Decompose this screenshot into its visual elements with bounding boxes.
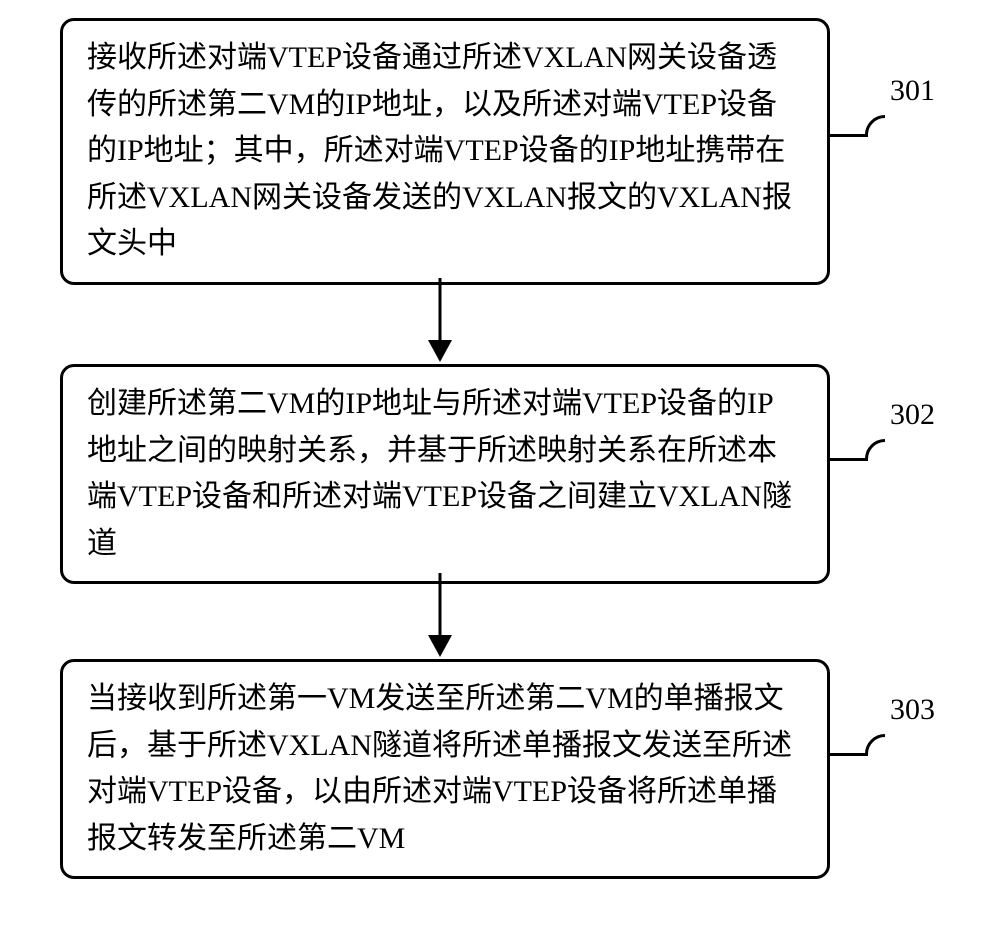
ref-label-301: 301 (890, 74, 935, 108)
arrow-2-3-head (428, 635, 452, 657)
arrow-2-3-line (439, 573, 442, 635)
step-box-302: 创建所述第二VM的IP地址与所述对端VTEP设备的IP地址之间的映射关系，并基于… (60, 364, 830, 584)
ref-connector-arc-301 (865, 115, 905, 155)
step-text-301: 接收所述对端VTEP设备通过所述VXLAN网关设备透传的所述第二VM的IP地址，… (87, 41, 792, 260)
flowchart-canvas: 接收所述对端VTEP设备通过所述VXLAN网关设备透传的所述第二VM的IP地址，… (0, 0, 1000, 930)
ref-label-303: 303 (890, 693, 935, 727)
ref-label-302: 302 (890, 398, 935, 432)
ref-connector-arc-303 (865, 734, 905, 774)
arrow-1-2-head (428, 340, 452, 362)
ref-connector-301 (830, 134, 868, 137)
step-text-303: 当接收到所述第一VM发送至所述第二VM的单播报文后，基于所述VXLAN隧道将所述… (87, 682, 792, 855)
arrow-1-2-line (439, 278, 442, 340)
step-text-302: 创建所述第二VM的IP地址与所述对端VTEP设备的IP地址之间的映射关系，并基于… (87, 387, 792, 560)
ref-connector-303 (830, 753, 868, 756)
ref-connector-arc-302 (865, 439, 905, 479)
step-box-303: 当接收到所述第一VM发送至所述第二VM的单播报文后，基于所述VXLAN隧道将所述… (60, 659, 830, 879)
step-box-301: 接收所述对端VTEP设备通过所述VXLAN网关设备透传的所述第二VM的IP地址，… (60, 18, 830, 285)
ref-connector-302 (830, 458, 868, 461)
